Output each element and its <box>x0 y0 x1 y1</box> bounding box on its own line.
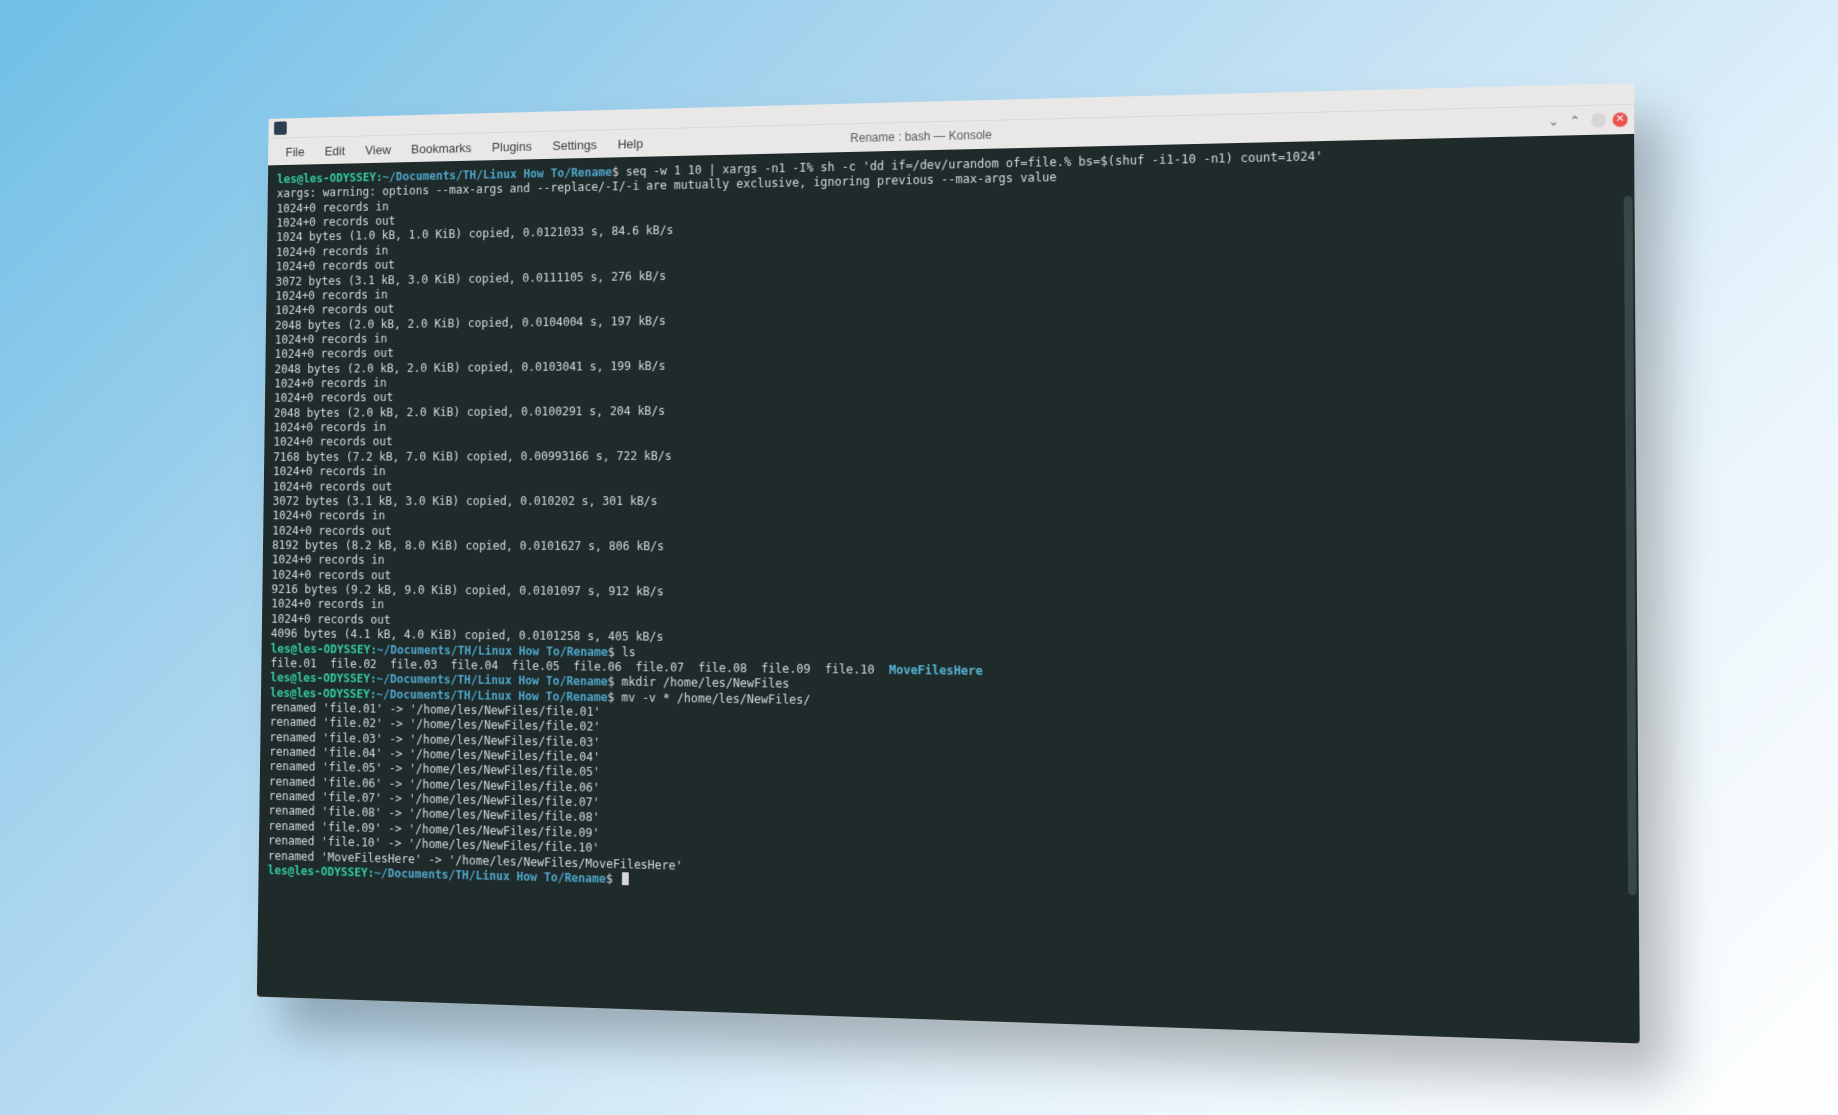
app-icon <box>274 121 287 135</box>
terminal-line: 1024+0 records out <box>273 478 1626 495</box>
minimize-button[interactable] <box>1591 113 1606 128</box>
terminal-area[interactable]: les@les-ODYSSEY:~/Documents/TH/Linux How… <box>257 134 1640 1044</box>
menu-view[interactable]: View <box>355 142 401 157</box>
chevron-down-icon[interactable]: ⌄ <box>1548 114 1559 129</box>
window-controls: ⌄ ⌃ ✕ <box>1548 112 1628 128</box>
menu-plugins[interactable]: Plugins <box>482 138 543 154</box>
terminal-line: 3072 bytes (3.1 kB, 3.0 KiB) copied, 0.0… <box>273 494 1626 510</box>
konsole-window: File Edit View Bookmarks Plugins Setting… <box>257 83 1640 1043</box>
chevron-up-icon[interactable]: ⌃ <box>1569 113 1580 128</box>
window-title: Rename : bash — Konsole <box>850 128 992 145</box>
menu-bookmarks[interactable]: Bookmarks <box>401 140 482 156</box>
menu-edit[interactable]: Edit <box>315 143 356 158</box>
menu-settings[interactable]: Settings <box>542 137 607 153</box>
close-button[interactable]: ✕ <box>1613 112 1628 127</box>
menu-help[interactable]: Help <box>607 136 653 152</box>
menu-file[interactable]: File <box>275 144 314 159</box>
